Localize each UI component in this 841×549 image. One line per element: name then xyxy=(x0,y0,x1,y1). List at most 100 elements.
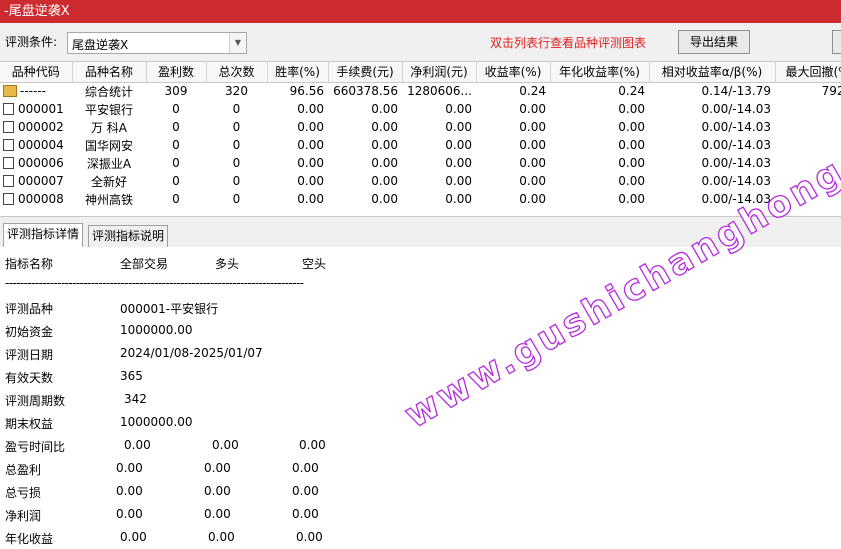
cell-total-count: 320 xyxy=(225,84,248,99)
cell-code-text: 000008 xyxy=(18,192,64,206)
info-label: 期末权益 xyxy=(5,417,54,431)
table-row[interactable]: 000002 万 科A 0 0 0.00 0.00 0.00 0.00 0.00… xyxy=(0,118,841,136)
metric-label: 净利润 xyxy=(5,509,42,523)
metric-long: 0.00 xyxy=(208,530,235,544)
cell-fee: 0.00 xyxy=(371,120,398,134)
cell-relative-return: 0.00/-14.03 xyxy=(701,138,771,152)
info-value: 2024/01/08-2025/01/07 xyxy=(120,346,263,360)
cell-code: 000008 xyxy=(0,190,72,208)
metric-label: 总盈利 xyxy=(5,463,42,477)
table-row[interactable]: 000001 平安银行 0 0 0.00 0.00 0.00 0.00 0.00… xyxy=(0,100,841,118)
cell-code-text: 000001 xyxy=(18,102,64,116)
table-row[interactable]: 000008 神州高铁 0 0 0.00 0.00 0.00 0.00 0.00… xyxy=(0,190,841,208)
document-icon xyxy=(3,139,14,151)
col-header-max-drawdown[interactable]: 最大回撤(% xyxy=(775,62,841,83)
cell-net-profit: 1280606... xyxy=(407,84,472,99)
cell-max-drawdown: 0. xyxy=(775,100,841,118)
cell-code-text: 000002 xyxy=(18,120,64,134)
cell-annual-return: 0.24 xyxy=(618,84,645,99)
col-header-return[interactable]: 收益率(%) xyxy=(476,62,551,83)
col-header-relative-return[interactable]: 相对收益率α/β(%) xyxy=(649,62,776,83)
table-row[interactable]: 000006 深振业A 0 0 0.00 0.00 0.00 0.00 0.00… xyxy=(0,154,841,172)
table-row[interactable]: ------ 综合统计 309 320 96.56 660378.56 1280… xyxy=(0,82,841,100)
cell-annual-return: 0.00 xyxy=(618,174,645,188)
cell-profit-count: 0 xyxy=(172,174,180,188)
cell-relative-return: 0.00/-14.03 xyxy=(701,174,771,188)
table-row[interactable]: 000004 国华网安 0 0 0.00 0.00 0.00 0.00 0.00… xyxy=(0,136,841,154)
cell-total-count: 0 xyxy=(232,102,241,116)
col-header-name[interactable]: 品种名称 xyxy=(72,62,147,83)
results-grid[interactable]: 品种代码 品种名称 盈利数 总次数 胜率(%) 手续费(元) 净利润(元) 收益… xyxy=(0,61,841,216)
cell-fee: 0.00 xyxy=(371,192,398,206)
cell-max-drawdown: 7922. xyxy=(821,84,841,99)
condition-toolbar: 评测条件: 尾盘逆袭X ▼ 双击列表行查看品种评测图表 导出结果 xyxy=(0,23,841,61)
col-header-code[interactable]: 品种代码 xyxy=(0,62,73,83)
cell-name: 神州高铁 xyxy=(84,192,133,207)
cell-total-count: 0 xyxy=(232,192,241,206)
cell-profit-count: 309 xyxy=(164,84,188,99)
metric-long: 0.00 xyxy=(212,438,239,452)
col-header-profit-count[interactable]: 盈利数 xyxy=(146,62,207,83)
col-header-fee[interactable]: 手续费(元) xyxy=(328,62,403,83)
cell-code: 000001 xyxy=(0,100,72,118)
export-results-button[interactable]: 导出结果 xyxy=(678,30,750,54)
cell-return: 0.00 xyxy=(519,174,546,188)
tab-metric-explanation[interactable]: 评测指标说明 xyxy=(88,225,169,247)
tab-metric-details[interactable]: 评测指标详情 xyxy=(3,223,84,248)
cell-relative-return: 0.14/-13.79 xyxy=(701,84,771,99)
info-label: 初始资金 xyxy=(5,325,54,339)
table-row[interactable]: 000007 全新好 0 0 0.00 0.00 0.00 0.00 0.00 … xyxy=(0,172,841,190)
results-table: 品种代码 品种名称 盈利数 总次数 胜率(%) 手续费(元) 净利润(元) 收益… xyxy=(0,62,841,208)
cell-code-text: ------ xyxy=(20,84,46,99)
cell-code-text: 000006 xyxy=(18,156,64,170)
header-long: 多头 xyxy=(215,257,240,271)
cell-relative-return: 0.00/-14.03 xyxy=(701,102,771,116)
metric-all: 0.00 xyxy=(120,530,147,544)
cell-total-count: 0 xyxy=(232,138,241,152)
metric-all: 0.00 xyxy=(124,438,151,452)
metric-long: 0.00 xyxy=(204,461,231,475)
document-icon xyxy=(3,121,14,133)
col-header-total-count[interactable]: 总次数 xyxy=(206,62,268,83)
cell-profit-count: 0 xyxy=(172,156,180,170)
metric-all: 0.00 xyxy=(116,507,143,521)
header-short: 空头 xyxy=(302,257,327,271)
cell-profit-count: 0 xyxy=(172,102,180,116)
info-label: 评测日期 xyxy=(5,348,54,362)
condition-select-value: 尾盘逆袭X xyxy=(72,38,129,52)
table-header-row: 品种代码 品种名称 盈利数 总次数 胜率(%) 手续费(元) 净利润(元) 收益… xyxy=(0,62,841,83)
col-header-win-rate[interactable]: 胜率(%) xyxy=(267,62,329,83)
info-value: 1000000.00 xyxy=(120,415,193,429)
metric-long: 0.00 xyxy=(204,484,231,498)
metric-short: 0.00 xyxy=(299,438,326,452)
cell-net-profit: 0.00 xyxy=(445,192,472,206)
cell-annual-return: 0.00 xyxy=(618,138,645,152)
cell-return: 0.00 xyxy=(519,156,546,170)
cell-fee: 0.00 xyxy=(371,156,398,170)
cell-return: 0.00 xyxy=(519,102,546,116)
cell-annual-return: 0.00 xyxy=(618,192,645,206)
metric-all: 0.00 xyxy=(116,461,143,475)
cell-name: 综合统计 xyxy=(84,84,133,99)
cell-max-drawdown: 0. xyxy=(775,118,841,136)
double-click-hint: 双击列表行查看品种评测图表 xyxy=(490,36,647,50)
cell-net-profit: 0.00 xyxy=(445,138,472,152)
col-header-annual-return[interactable]: 年化收益率(%) xyxy=(550,62,650,83)
summary-folder-icon xyxy=(3,85,17,98)
chevron-down-icon[interactable]: ▼ xyxy=(229,33,246,53)
cell-fee: 0.00 xyxy=(371,138,398,152)
col-header-net-profit[interactable]: 净利润(元) xyxy=(402,62,477,83)
condition-label: 评测条件: xyxy=(5,35,58,49)
cell-annual-return: 0.00 xyxy=(618,120,645,134)
cell-fee: 0.00 xyxy=(371,174,398,188)
cell-annual-return: 0.00 xyxy=(618,156,645,170)
metric-short: 0.00 xyxy=(292,461,319,475)
metric-label: 总亏损 xyxy=(5,486,42,500)
clipped-button[interactable] xyxy=(832,30,841,54)
cell-net-profit: 0.00 xyxy=(445,174,472,188)
cell-code-text: 000004 xyxy=(18,138,64,152)
cell-net-profit: 0.00 xyxy=(445,102,472,116)
condition-select[interactable]: 尾盘逆袭X ▼ xyxy=(67,32,247,54)
cell-profit-count: 0 xyxy=(172,192,180,206)
cell-code: ------ xyxy=(0,82,72,100)
